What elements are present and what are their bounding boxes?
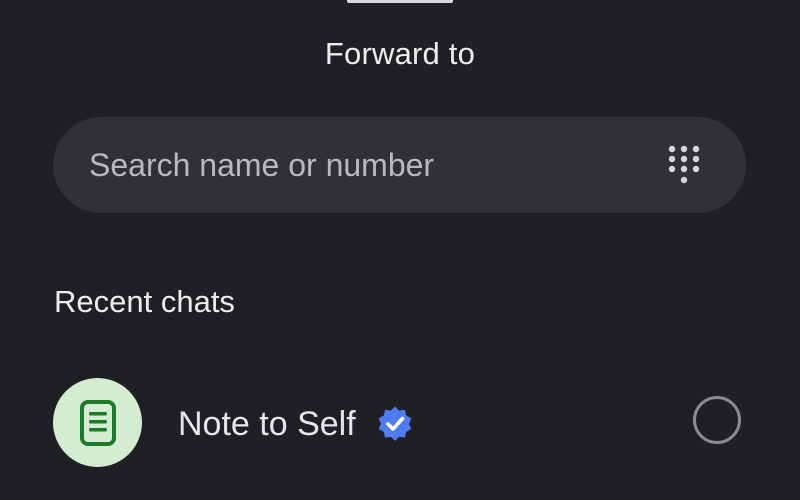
drag-handle[interactable] (347, 0, 453, 3)
chat-name: Note to Self (178, 405, 356, 443)
note-icon (79, 399, 116, 446)
dialpad-icon (668, 145, 700, 184)
verified-badge-icon (378, 406, 412, 441)
search-bar[interactable] (53, 117, 746, 213)
avatar (53, 378, 142, 467)
select-radio[interactable] (693, 396, 741, 444)
search-input[interactable] (89, 146, 662, 184)
dialpad-button[interactable] (662, 138, 706, 192)
page-title: Forward to (324, 36, 476, 71)
list-item[interactable]: Note to Self (0, 372, 800, 472)
recent-chats-heading: Recent chats (54, 284, 235, 319)
forward-sheet: Forward to Recent chats Note to (0, 0, 800, 500)
